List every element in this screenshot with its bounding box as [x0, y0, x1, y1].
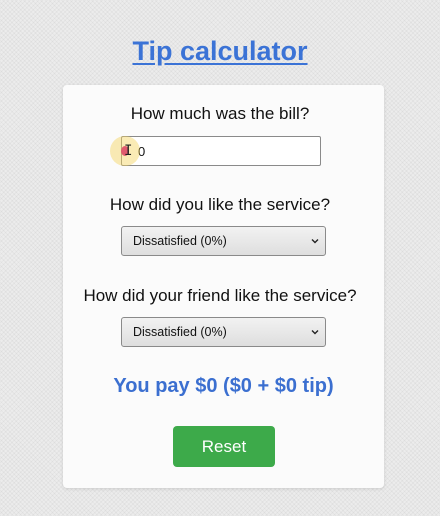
- service-you-select[interactable]: Dissatisfied (0%): [121, 226, 326, 256]
- chevron-down-icon: [311, 239, 319, 244]
- page-title[interactable]: Tip calculator: [0, 36, 440, 67]
- result-text: You pay $0 ($0 + $0 tip): [113, 375, 334, 397]
- bill-label: How much was the bill?: [130, 104, 310, 123]
- chevron-down-icon: [311, 330, 319, 335]
- service-you-selected: Dissatisfied (0%): [133, 234, 227, 248]
- service-you-label: How did you like the service?: [109, 195, 331, 214]
- bill-input[interactable]: [121, 136, 321, 166]
- reset-button[interactable]: Reset: [173, 426, 275, 467]
- service-friend-selected: Dissatisfied (0%): [133, 325, 227, 339]
- service-friend-label: How did your friend like the service?: [83, 286, 357, 305]
- service-friend-select[interactable]: Dissatisfied (0%): [121, 317, 326, 347]
- i-beam-cursor-icon: I: [124, 143, 133, 159]
